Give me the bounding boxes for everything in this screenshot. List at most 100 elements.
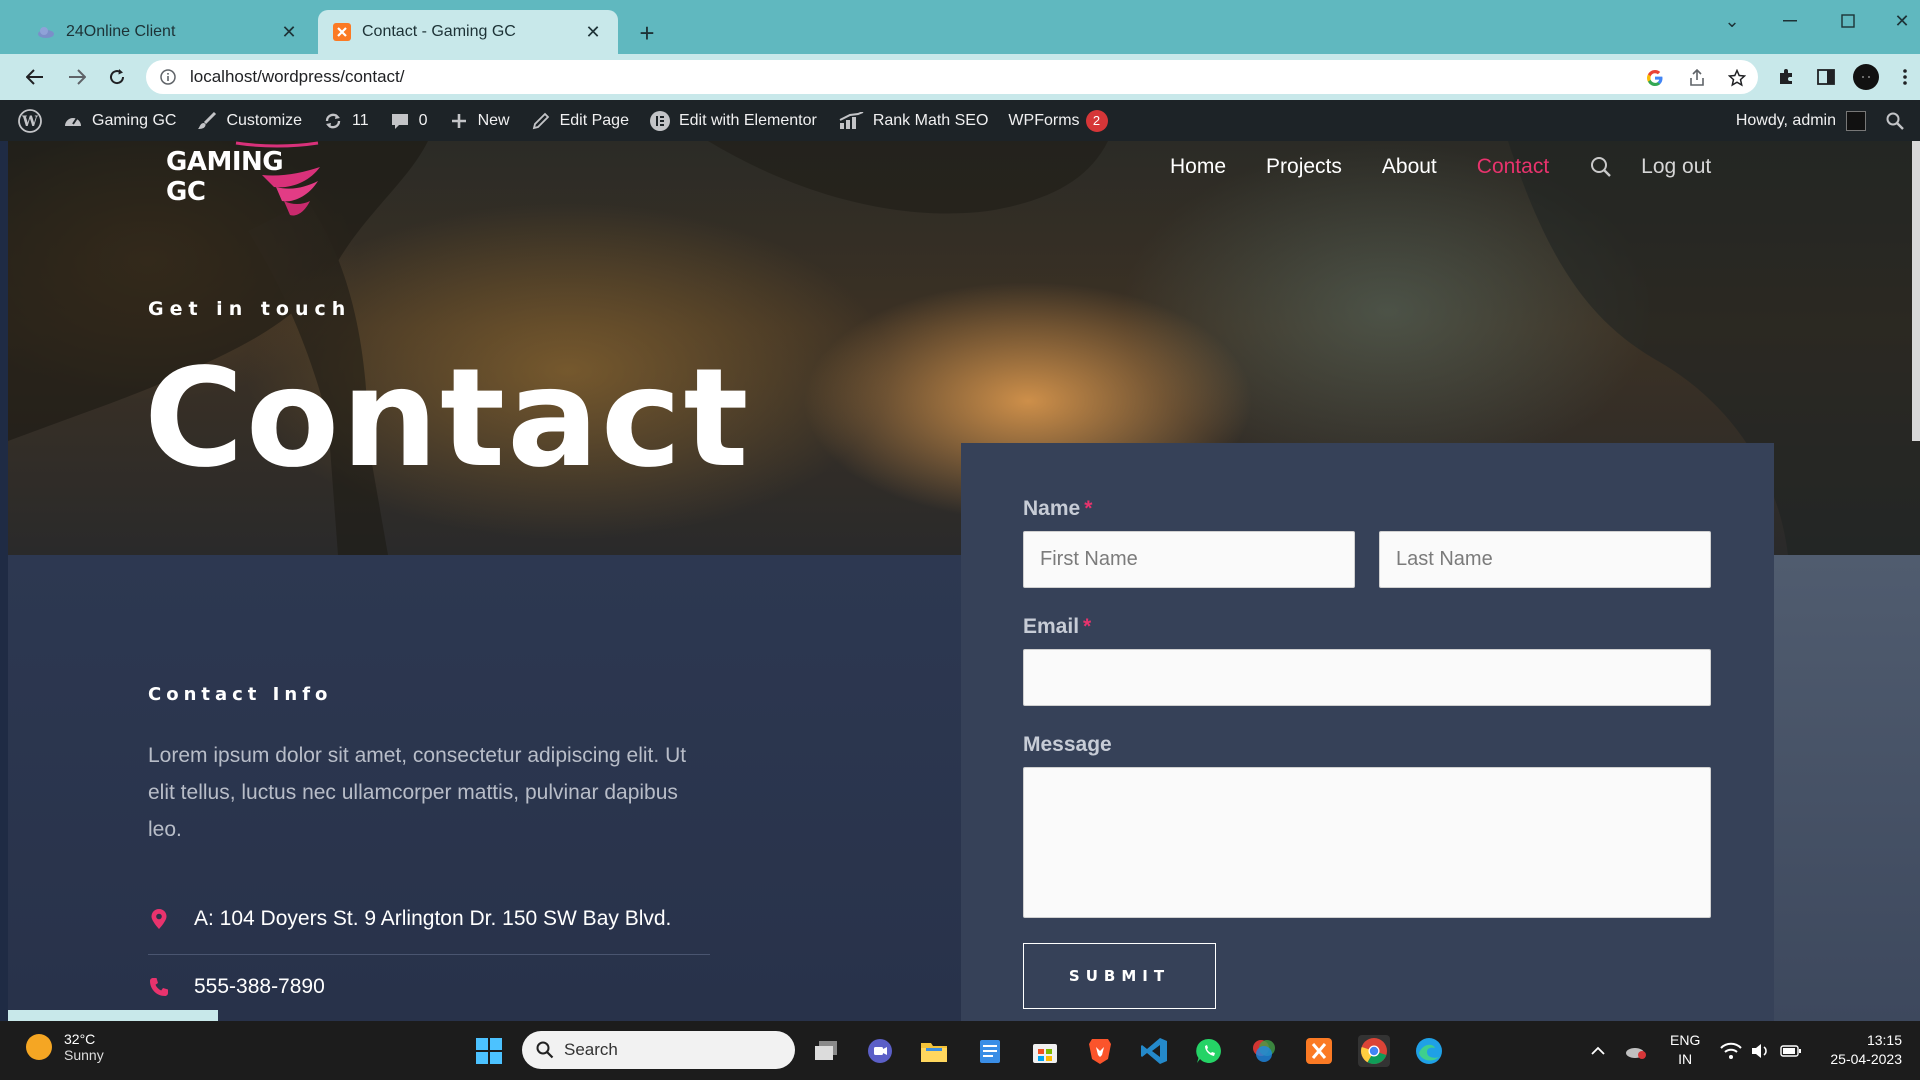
close-window-icon[interactable]: ✕: [1882, 8, 1920, 34]
wp-edit-elementor[interactable]: Edit with Elementor: [639, 100, 827, 141]
comment-bubble-icon: [389, 110, 411, 132]
volume-icon[interactable]: [1745, 1035, 1777, 1067]
new-tab-plus-icon[interactable]: +: [632, 18, 662, 48]
file-explorer-icon[interactable]: [918, 1035, 950, 1067]
phone-icon: [148, 976, 170, 998]
plus-icon: [448, 110, 470, 132]
last-name-field[interactable]: [1379, 531, 1711, 588]
google-icon[interactable]: [1644, 67, 1666, 89]
wp-admin-bar: W Gaming GC Customize 11 0 New Edit Page…: [0, 100, 1920, 141]
page-scrollbar[interactable]: [1912, 141, 1920, 441]
wp-search-icon[interactable]: [1876, 100, 1920, 141]
edge-browser-icon[interactable]: [1413, 1035, 1445, 1067]
close-tab-icon[interactable]: ✕: [582, 21, 604, 43]
chrome-menu-icon[interactable]: [1892, 64, 1918, 90]
first-name-field[interactable]: [1023, 531, 1355, 588]
logo-wing-icon: [235, 141, 320, 216]
message-textarea[interactable]: [1023, 767, 1711, 918]
wp-wpforms[interactable]: WPForms 2: [998, 100, 1117, 141]
brave-browser-icon[interactable]: [1084, 1035, 1116, 1067]
nav-projects[interactable]: Projects: [1266, 155, 1342, 179]
show-hidden-icons-chevron[interactable]: [1582, 1035, 1614, 1067]
onedrive-status-icon[interactable]: [1620, 1035, 1652, 1067]
system-clock[interactable]: 13:15 25-04-2023: [1822, 1031, 1902, 1069]
wp-edit-page[interactable]: Edit Page: [520, 100, 639, 141]
notepad-icon[interactable]: [974, 1035, 1006, 1067]
chrome-taskbar-icon[interactable]: [1358, 1035, 1390, 1067]
email-label-text: Email: [1023, 615, 1080, 638]
main-navigation: Home Projects About Contact Log out: [1170, 147, 1711, 187]
nav-contact[interactable]: Contact: [1477, 155, 1549, 179]
map-pin-icon: [148, 908, 170, 930]
edit-elementor-label: Edit with Elementor: [678, 111, 817, 129]
tab-search-chevron-icon[interactable]: ⌄: [1712, 8, 1752, 34]
wpforms-label: WPForms: [1008, 111, 1080, 129]
xampp-icon[interactable]: [1303, 1035, 1335, 1067]
wp-updates[interactable]: 11: [312, 100, 379, 141]
email-field[interactable]: [1023, 649, 1711, 706]
maximize-icon[interactable]: [1828, 8, 1868, 34]
bookmark-star-icon[interactable]: [1726, 67, 1748, 89]
site-logo[interactable]: GAMING GC: [164, 141, 324, 217]
side-panel-icon[interactable]: [1813, 64, 1839, 90]
phone-row: 555-388-7890: [148, 975, 325, 999]
back-arrow-icon[interactable]: [20, 62, 50, 92]
teams-chat-icon[interactable]: [864, 1035, 896, 1067]
name-label-text: Name: [1023, 497, 1081, 520]
whatsapp-icon[interactable]: [1193, 1035, 1225, 1067]
vscode-icon[interactable]: [1138, 1035, 1170, 1067]
wifi-icon[interactable]: [1715, 1035, 1747, 1067]
howdy-label: Howdy, admin: [1735, 111, 1836, 129]
region-code: IN: [1678, 1051, 1693, 1067]
reload-icon[interactable]: [102, 62, 132, 92]
windows-start-icon[interactable]: [473, 1035, 505, 1067]
weather-condition: Sunny: [64, 1047, 104, 1063]
contact-info-heading: Contact Info: [148, 684, 333, 705]
windows-taskbar: 32°C Sunny Search ENG IN 13:15 25-04-202…: [0, 1021, 1920, 1080]
taskbar-search[interactable]: Search: [522, 1031, 795, 1069]
profile-avatar[interactable]: [1853, 64, 1879, 90]
wp-account-menu[interactable]: Howdy, admin: [1726, 100, 1876, 141]
new-label: New: [477, 111, 510, 129]
submit-button[interactable]: SUBMIT: [1023, 943, 1216, 1009]
wp-site-name[interactable]: Gaming GC: [52, 100, 186, 141]
battery-icon[interactable]: [1775, 1035, 1807, 1067]
page-viewport: GAMING GC Home Projects About Contact Lo…: [8, 141, 1920, 1021]
weather-widget[interactable]: 32°C Sunny: [26, 1031, 104, 1063]
extensions-puzzle-icon[interactable]: [1774, 64, 1800, 90]
browser-tab-strip: 24Online Client ✕ Contact - Gaming GC ✕ …: [0, 0, 1920, 54]
browser-tab-contact[interactable]: Contact - Gaming GC ✕: [318, 10, 618, 54]
logout-link[interactable]: Log out: [1641, 155, 1711, 179]
svg-text:W: W: [21, 114, 38, 130]
contact-info-description: Lorem ipsum dolor sit amet, consectetur …: [148, 744, 687, 841]
address-bar[interactable]: localhost/wordpress/contact/: [146, 60, 1758, 94]
microsoft-store-icon[interactable]: [1029, 1035, 1061, 1067]
edit-page-label: Edit Page: [559, 111, 629, 129]
task-view-icon[interactable]: [810, 1035, 842, 1067]
nav-about[interactable]: About: [1382, 155, 1437, 179]
language-code: ENG: [1670, 1032, 1701, 1048]
rank-math-chart-icon: [837, 110, 865, 132]
close-tab-icon[interactable]: ✕: [278, 21, 300, 43]
rank-math-label: Rank Math SEO: [872, 111, 989, 129]
paintbrush-icon: [196, 110, 218, 132]
share-icon[interactable]: [1686, 67, 1708, 89]
browser-tab-24online[interactable]: 24Online Client ✕: [22, 10, 314, 54]
tab-title: Contact - Gaming GC: [362, 23, 516, 40]
wp-customize[interactable]: Customize: [186, 100, 312, 141]
site-info-icon[interactable]: [160, 69, 176, 85]
wp-comments[interactable]: 0: [379, 100, 438, 141]
pencil-icon: [530, 110, 552, 132]
forward-arrow-icon[interactable]: [62, 62, 92, 92]
color-wheel-app-icon[interactable]: [1248, 1035, 1280, 1067]
page-title: Contact: [144, 340, 751, 498]
site-search-icon[interactable]: [1589, 155, 1613, 179]
wordpress-logo-icon[interactable]: W: [0, 100, 52, 141]
wp-new[interactable]: New: [438, 100, 520, 141]
nav-home[interactable]: Home: [1170, 155, 1226, 179]
address-text: A: 104 Doyers St. 9 Arlington Dr. 150 SW…: [194, 907, 672, 930]
minimize-icon[interactable]: [1770, 8, 1810, 34]
wp-rank-math[interactable]: Rank Math SEO: [827, 100, 999, 141]
input-language-indicator[interactable]: ENG IN: [1670, 1031, 1700, 1069]
url-text: localhost/wordpress/contact/: [190, 67, 405, 86]
